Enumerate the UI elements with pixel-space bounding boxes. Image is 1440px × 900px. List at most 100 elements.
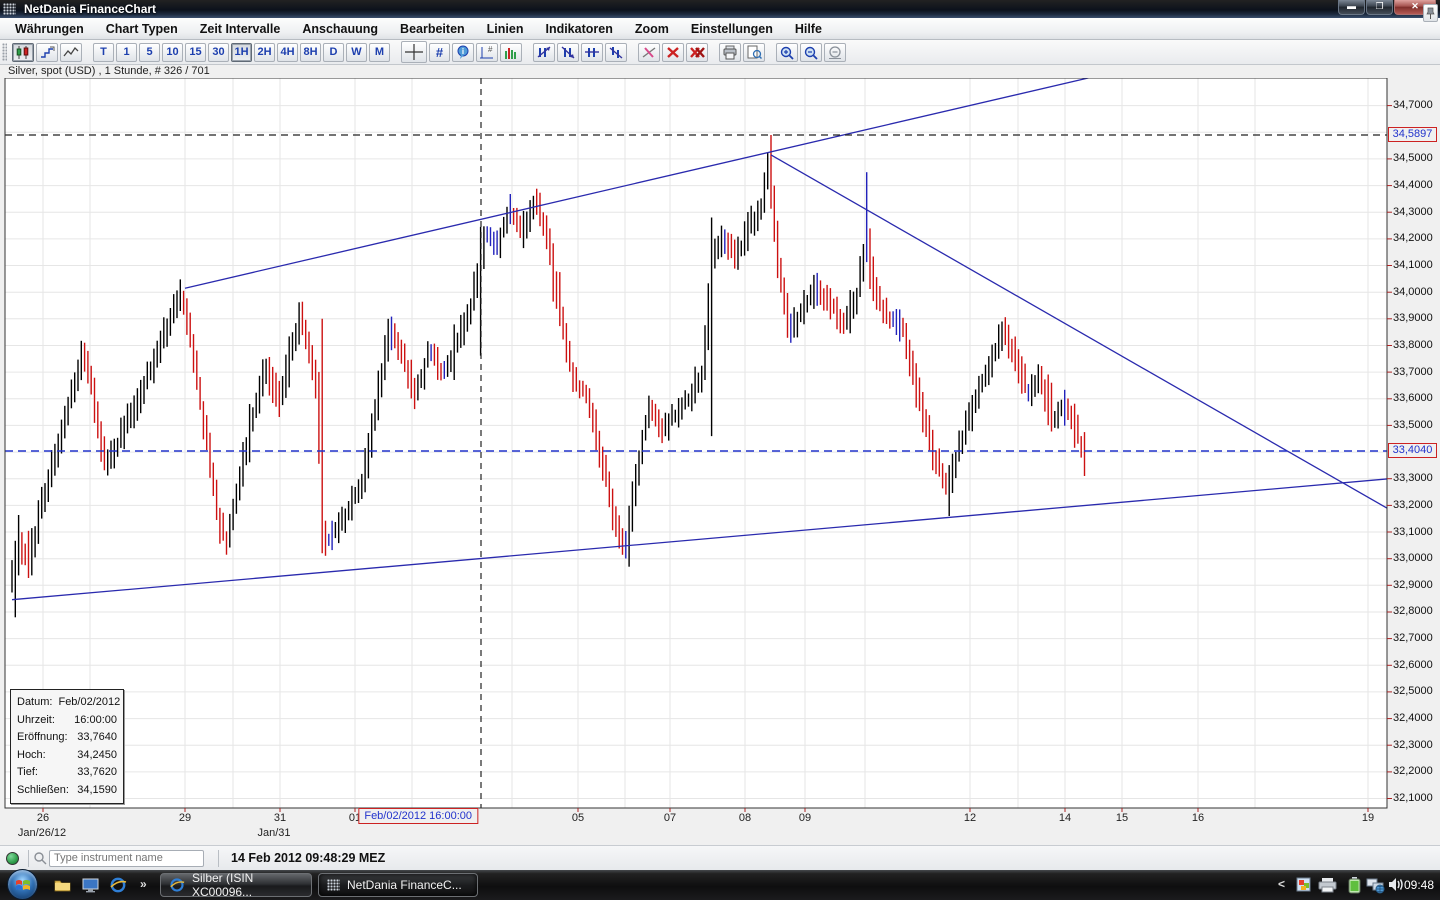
timeframe-8h-button[interactable]: 8H <box>300 43 321 62</box>
taskbar-button-1[interactable]: Silber (ISIN XC00096... <box>160 873 312 897</box>
timeframe-30-button[interactable]: 30 <box>208 43 229 62</box>
menu-item-chart-typen[interactable]: Chart Typen <box>95 20 189 38</box>
volume-button[interactable] <box>500 43 522 62</box>
zoom-in-button[interactable] <box>776 43 798 62</box>
taskbar-clock: 09:48 <box>1404 878 1434 892</box>
timeframe-d-button[interactable]: D <box>323 43 344 62</box>
trend-tool-2-button[interactable] <box>557 43 579 62</box>
connection-status-icon <box>6 852 19 865</box>
x-axis-label: 12 <box>964 812 976 824</box>
info-balloon-button[interactable]: i <box>452 43 474 62</box>
delete-line-button[interactable] <box>662 43 684 62</box>
timeframe-m-button[interactable]: M <box>369 43 390 62</box>
zoom-reset-button[interactable] <box>824 43 846 62</box>
timeframe-1h-button[interactable]: 1H <box>231 43 252 62</box>
marked-high-label: 34,5897 <box>1388 127 1437 142</box>
quicklaunch-ie-icon[interactable] <box>108 875 128 895</box>
chart-instrument-header: Silver, spot (USD) , 1 Stunde, # 326 / 7… <box>0 65 1440 78</box>
status-bar: 14 Feb 2012 09:48:29 MEZ <box>0 845 1440 870</box>
tooltip-row: Datum:Feb/02/2012 <box>17 694 117 712</box>
timeframe-t-button[interactable]: T <box>93 43 114 62</box>
quicklaunch-desktop-icon[interactable] <box>80 875 100 895</box>
timeframe-w-button[interactable]: W <box>346 43 367 62</box>
timeframe-4h-button[interactable]: 4H <box>277 43 298 62</box>
menu-item-anschauung[interactable]: Anschauung <box>291 20 389 38</box>
quicklaunch-folder-icon[interactable] <box>52 875 72 895</box>
menu-bar: WährungenChart TypenZeit IntervalleAnsch… <box>0 18 1440 40</box>
line-chart-button[interactable] <box>60 43 82 62</box>
x-axis-label: 08 <box>739 812 751 824</box>
timeframe-15-button[interactable]: 15 <box>185 43 206 62</box>
quicklaunch-overflow-chevron[interactable]: » <box>140 877 147 891</box>
trend-tool-1-icon <box>536 45 552 60</box>
tray-network-icon[interactable] <box>1366 877 1386 894</box>
price-marks-button[interactable]: # <box>476 43 498 62</box>
timeframe-10-button[interactable]: 10 <box>162 43 183 62</box>
tooltip-row: Tief:33,7620 <box>17 764 117 782</box>
trend-tool-1-button[interactable] <box>533 43 555 62</box>
pin-icon[interactable] <box>1423 4 1438 22</box>
y-axis-label: 32,6000 <box>1393 659 1433 671</box>
print-button[interactable] <box>719 43 741 62</box>
tooltip-row: Hoch:34,2450 <box>17 747 117 765</box>
y-axis-label: 32,9000 <box>1393 579 1433 591</box>
menu-item-indikatoren[interactable]: Indikatoren <box>534 20 623 38</box>
ohlc-tooltip: Datum:Feb/02/2012Uhrzeit:16:00:00Eröffnu… <box>10 689 124 804</box>
zoom-out-icon <box>803 45 819 60</box>
current-price-label: 33,4040 <box>1388 443 1437 458</box>
tray-expand-chevron[interactable]: < <box>1278 877 1285 891</box>
menu-item-hilfe[interactable]: Hilfe <box>784 20 833 38</box>
crosshair-icon <box>404 43 424 61</box>
candlestick-chart-button[interactable] <box>12 43 34 62</box>
print-preview-icon <box>746 45 762 60</box>
y-axis-label: 33,5000 <box>1393 419 1433 431</box>
delete-all-lines-button[interactable] <box>686 43 708 62</box>
menu-item-einstellungen[interactable]: Einstellungen <box>680 20 784 38</box>
timeframe-1-button[interactable]: 1 <box>116 43 137 62</box>
y-axis-label: 32,4000 <box>1393 712 1433 724</box>
remove-line-button[interactable] <box>638 43 660 62</box>
ohlc-step-chart-button[interactable] <box>36 43 58 62</box>
minimize-button[interactable]: ▬ <box>1338 0 1365 15</box>
x-axis-label: 07 <box>664 812 676 824</box>
crosshair-button[interactable] <box>401 41 427 63</box>
menu-item-linien[interactable]: Linien <box>476 20 535 38</box>
x-axis-label: 09 <box>799 812 811 824</box>
svg-text:i: i <box>462 47 464 56</box>
chart-canvas[interactable] <box>0 78 1440 845</box>
y-axis-label: 33,3000 <box>1393 472 1433 484</box>
instrument-search-input[interactable] <box>49 850 204 867</box>
hash-button[interactable]: # <box>429 43 450 62</box>
x-axis-label: 16 <box>1192 812 1204 824</box>
search-icon <box>33 851 47 865</box>
x-axis-label: 26 <box>37 812 49 824</box>
zoom-out-button[interactable] <box>800 43 822 62</box>
y-axis-label: 32,1000 <box>1393 792 1433 804</box>
y-axis-label: 34,5000 <box>1393 152 1433 164</box>
trend-tool-4-button[interactable] <box>605 43 627 62</box>
y-axis-label: 33,9000 <box>1393 312 1433 324</box>
restore-button[interactable]: ❐ <box>1366 0 1393 15</box>
tray-battery-icon[interactable] <box>1348 877 1361 894</box>
menu-item-bearbeiten[interactable]: Bearbeiten <box>389 20 476 38</box>
menu-item-währungen[interactable]: Währungen <box>4 20 95 38</box>
y-axis-label: 32,3000 <box>1393 739 1433 751</box>
taskbar-button-2[interactable]: NetDania FinanceC... <box>318 873 478 897</box>
ohlc-step-chart-icon <box>39 45 55 60</box>
chart-area[interactable]: 34,700034,500034,400034,300034,200034,10… <box>0 78 1440 845</box>
tray-speaker-icon[interactable] <box>1388 877 1404 892</box>
print-icon <box>722 45 738 60</box>
line-chart-icon <box>63 45 79 60</box>
print-preview-button[interactable] <box>743 43 765 62</box>
menu-item-zoom[interactable]: Zoom <box>624 20 680 38</box>
y-axis-label: 32,7000 <box>1393 632 1433 644</box>
y-axis-label: 33,8000 <box>1393 339 1433 351</box>
tray-app-icon[interactable] <box>1295 877 1313 893</box>
timeframe-2h-button[interactable]: 2H <box>254 43 275 62</box>
menu-item-zeit-intervalle[interactable]: Zeit Intervalle <box>189 20 292 38</box>
timeframe-5-button[interactable]: 5 <box>139 43 160 62</box>
start-button[interactable] <box>7 869 38 900</box>
trend-tool-3-button[interactable] <box>581 43 603 62</box>
tray-printer-icon[interactable] <box>1318 877 1337 893</box>
info-balloon-icon: i <box>455 45 471 60</box>
